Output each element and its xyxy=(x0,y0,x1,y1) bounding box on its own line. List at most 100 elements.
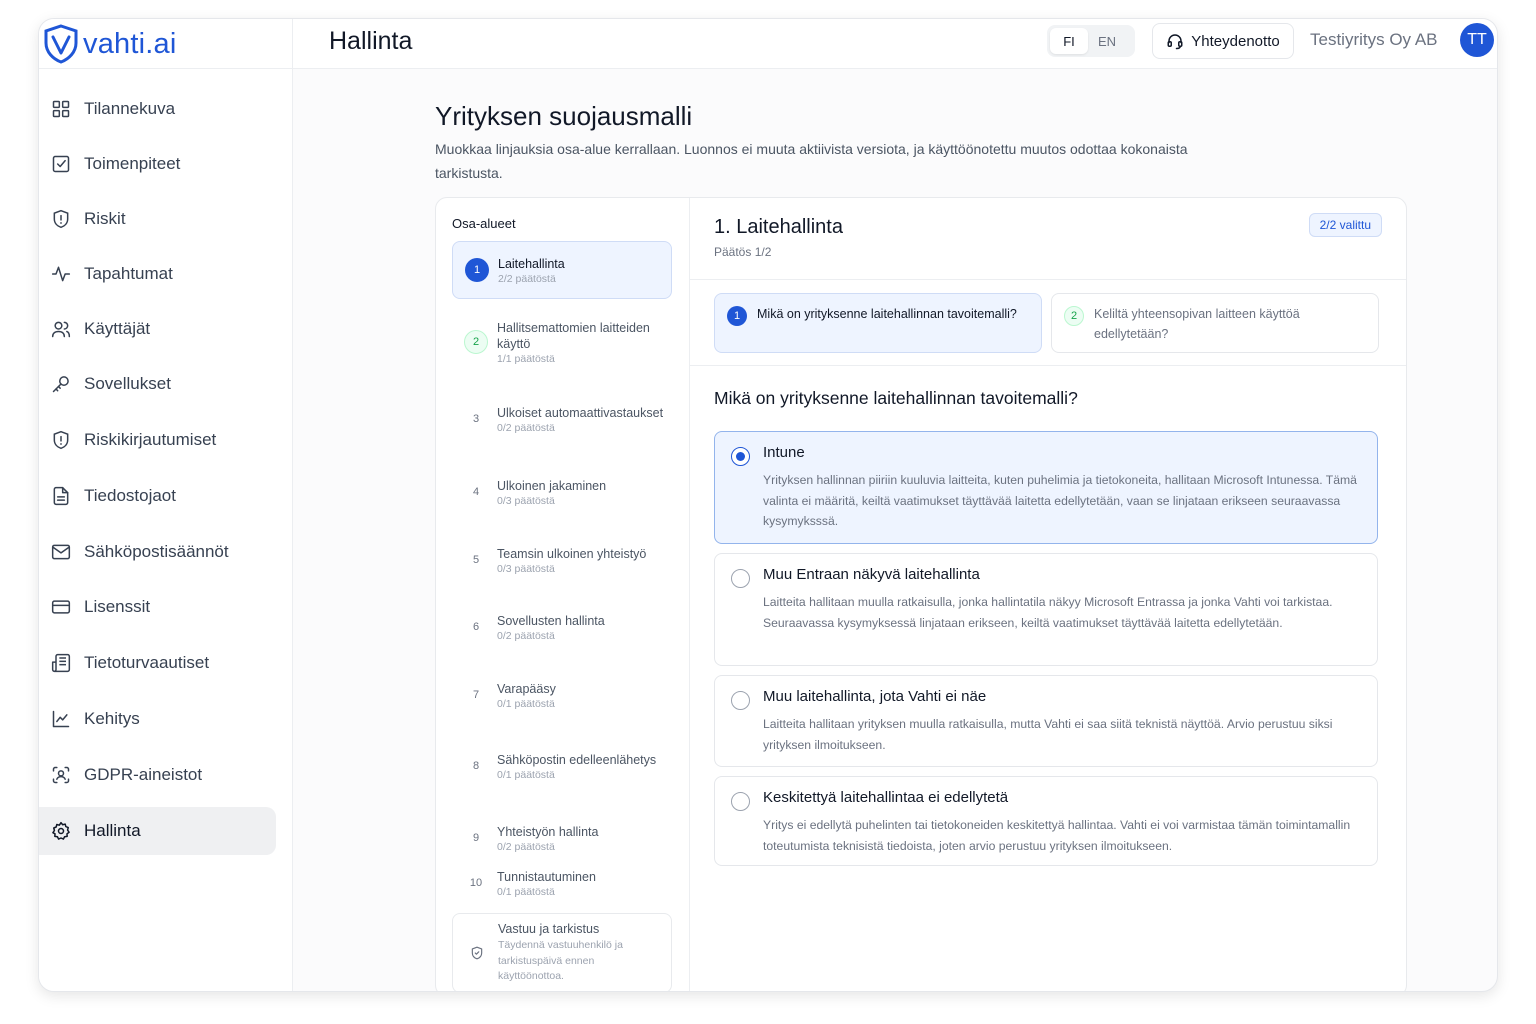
dashboard-grid-icon xyxy=(52,100,70,118)
step-number: 5 xyxy=(472,554,480,566)
area-label: Yhteistyön hallinta xyxy=(497,824,599,839)
area-label: Ulkoinen jakaminen xyxy=(497,478,607,493)
area-item-10[interactable]: 10 Tunnistautuminen 0/1 päätöstä xyxy=(452,861,672,905)
area-label: Hallitsemattomien laitteiden käyttö xyxy=(497,320,650,351)
area-label: Teamsin ulkoinen yhteistyö xyxy=(497,546,647,561)
file-text-icon xyxy=(53,486,69,506)
shield-logo-icon xyxy=(44,24,78,64)
shield-alert-icon xyxy=(53,209,69,229)
contact-button[interactable]: Yhteydenotto xyxy=(1152,23,1294,59)
sidebar-item-label: Sähköpostisäännöt xyxy=(84,542,229,561)
area-progress: Täydennä vastuuhenkilö ja tarkistuspäivä… xyxy=(498,939,623,983)
area-item-4[interactable]: 4 Ulkoinen jakaminen 0/3 päätöstä xyxy=(452,470,672,514)
option-intune[interactable]: Intune Yrityksen hallinnan piiriin kuulu… xyxy=(714,431,1378,544)
area-progress: 0/2 päätöstä xyxy=(497,629,555,642)
tab-number: 1 xyxy=(727,306,747,326)
sidebar-item-label: Toimenpiteet xyxy=(84,154,181,173)
sidebar-item-lisenssit[interactable]: Lisenssit xyxy=(39,583,276,631)
detail-panel: 1. Laitehallinta Päätös 1/2 2/2 valittu … xyxy=(690,198,1406,991)
question-heading: Mikä on yrityksenne laitehallinnan tavoi… xyxy=(714,388,1078,408)
sidebar-item-tiedostojaot[interactable]: Tiedostojaot xyxy=(39,472,276,520)
area-progress: 0/1 päätöstä xyxy=(497,768,555,781)
scan-user-icon xyxy=(52,766,70,784)
option-description: Laitteita hallitaan muulla ratkaisulla, … xyxy=(763,595,1333,630)
area-item-5[interactable]: 5 Teamsin ulkoinen yhteistyö 0/3 päätöstä xyxy=(452,538,672,582)
sidebar-item-sahkopostisaannot[interactable]: Sähköpostisäännöt xyxy=(39,528,276,576)
lang-en-button[interactable]: EN xyxy=(1088,28,1126,54)
sidebar-item-toimenpiteet[interactable]: Toimenpiteet xyxy=(39,140,276,188)
step-number: 4 xyxy=(472,486,480,498)
sidebar-item-gdpr-aineistot[interactable]: GDPR-aineistot xyxy=(39,751,276,799)
lang-fi-button[interactable]: FI xyxy=(1050,28,1088,54)
radio-button[interactable] xyxy=(731,691,750,710)
sidebar-item-label: Tietoturvaautiset xyxy=(84,653,210,672)
sidebar-item-riskit[interactable]: Riskit xyxy=(39,195,276,243)
area-item-3[interactable]: 3 Ulkoiset automaattivastaukset 0/2 päätö… xyxy=(452,390,672,448)
step-number: 3 xyxy=(472,413,480,425)
radio-button[interactable] xyxy=(731,447,750,466)
sidebar-item-label: Tapahtumat xyxy=(84,264,173,283)
option-other-invisible[interactable]: Muu laitehallinta, jota Vahti ei näe Lai… xyxy=(714,675,1378,767)
area-label: Varapääsy xyxy=(497,681,556,696)
sidebar-item-label: Riskit xyxy=(84,209,126,228)
area-label: Ulkoiset automaattivastaukset xyxy=(497,405,664,420)
option-title: Muu Entraan näkyvä laitehallinta xyxy=(763,566,980,583)
users-icon xyxy=(51,321,71,338)
selected-badge: 2/2 valittu xyxy=(1308,213,1382,237)
area-progress: 0/2 päätöstä xyxy=(497,421,555,434)
question-tab-1[interactable]: 1 Mikä on yrityksenne laitehallinnan tav… xyxy=(714,293,1042,353)
sidebar-item-label: Hallinta xyxy=(84,821,141,840)
option-title: Keskitettyä laitehallintaa ei edellytetä xyxy=(763,789,1009,806)
question-tabs: 1 Mikä on yrityksenne laitehallinnan tav… xyxy=(690,280,1406,366)
areas-title: Osa-alueet xyxy=(452,216,516,231)
area-item-responsibility[interactable]: Vastuu ja tarkistus Täydennä vastuuhenkil… xyxy=(452,913,672,991)
option-other-entra[interactable]: Muu Entraan näkyvä laitehallinta Laittei… xyxy=(714,553,1378,666)
sidebar-item-tietoturvaautiset[interactable]: Tietoturvaautiset xyxy=(39,639,276,687)
sidebar-item-riskikirjautumiset[interactable]: Riskikirjautumiset xyxy=(39,416,276,464)
headset-icon xyxy=(1167,34,1183,50)
question-tab-2[interactable]: 2 Keliltä yhteensopivan laitteen käyttöä… xyxy=(1051,293,1379,353)
area-progress: 0/3 päätöstä xyxy=(497,562,555,575)
line-chart-icon xyxy=(52,710,70,728)
sidebar-item-label: Tilannekuva xyxy=(84,99,176,118)
area-item-6[interactable]: 6 Sovellusten hallinta 0/2 päätöstä xyxy=(452,605,672,649)
sidebar-item-tilannekuva[interactable]: Tilannekuva xyxy=(39,85,276,133)
area-item-2[interactable]: 2 Hallitsemattomien laitteiden käyttö 1/1… xyxy=(452,311,672,373)
top-bar: vahti.ai Hallinta FI EN Yhteydenotto Tes… xyxy=(39,19,1497,69)
sidebar-item-sovellukset[interactable]: Sovellukset xyxy=(39,360,276,408)
area-progress: 0/1 päätöstä xyxy=(497,885,555,898)
area-item-8[interactable]: 8 Sähköpostin edelleenlähetys 0/1 päätöst… xyxy=(452,737,672,795)
area-item-9[interactable]: 9 Yhteistyön hallinta 0/2 päätöstä xyxy=(452,816,672,860)
option-none[interactable]: Keskitettyä laitehallintaa ei edellytetä… xyxy=(714,776,1378,866)
step-number: 10 xyxy=(469,877,483,889)
radio-button[interactable] xyxy=(731,792,750,811)
tab-number: 2 xyxy=(1064,306,1084,326)
area-item-1[interactable]: 1 Laitehallinta 2/2 päätöstä xyxy=(452,241,672,299)
sidebar-item-hallinta[interactable]: Hallinta xyxy=(39,807,276,855)
step-number: 2 xyxy=(464,330,488,354)
radio-button[interactable] xyxy=(731,569,750,588)
area-label: Tunnistautuminen xyxy=(497,869,596,884)
areas-panel: Osa-alueet 1 Laitehallinta 2/2 päätöstä 2… xyxy=(436,198,690,991)
sidebar-item-tapahtumat[interactable]: Tapahtumat xyxy=(39,250,276,298)
mail-icon xyxy=(51,544,71,560)
sidebar-item-label: GDPR-aineistot xyxy=(84,765,203,784)
page-title: Yrityksen suojausmalli xyxy=(435,101,693,131)
app-window: vahti.ai Hallinta FI EN Yhteydenotto Tes… xyxy=(38,18,1498,992)
gear-icon xyxy=(52,821,70,840)
area-progress: 0/2 päätöstä xyxy=(497,840,555,853)
area-label: Sähköpostin edelleenlähetys xyxy=(497,752,657,767)
page-description: Muokkaa linjauksia osa-alue kerrallaan. … xyxy=(435,141,1188,181)
user-avatar[interactable]: TT xyxy=(1460,23,1494,57)
step-number xyxy=(465,941,489,965)
activity-icon xyxy=(51,266,71,282)
page-heading: Hallinta xyxy=(329,27,413,55)
area-item-7[interactable]: 7 Varapääsy 0/1 päätöstä xyxy=(452,673,672,717)
sidebar-item-kayttajat[interactable]: Käyttäjät xyxy=(39,305,276,353)
brand-name: vahti.ai xyxy=(83,27,177,60)
sidebar-item-label: Sovellukset xyxy=(84,374,171,393)
logo[interactable]: vahti.ai xyxy=(39,19,293,69)
detail-header: 1. Laitehallinta Päätös 1/2 2/2 valittu xyxy=(690,198,1406,280)
sidebar-item-kehitys[interactable]: Kehitys xyxy=(39,695,276,743)
company-name[interactable]: Testiyritys Oy AB xyxy=(1310,30,1438,50)
